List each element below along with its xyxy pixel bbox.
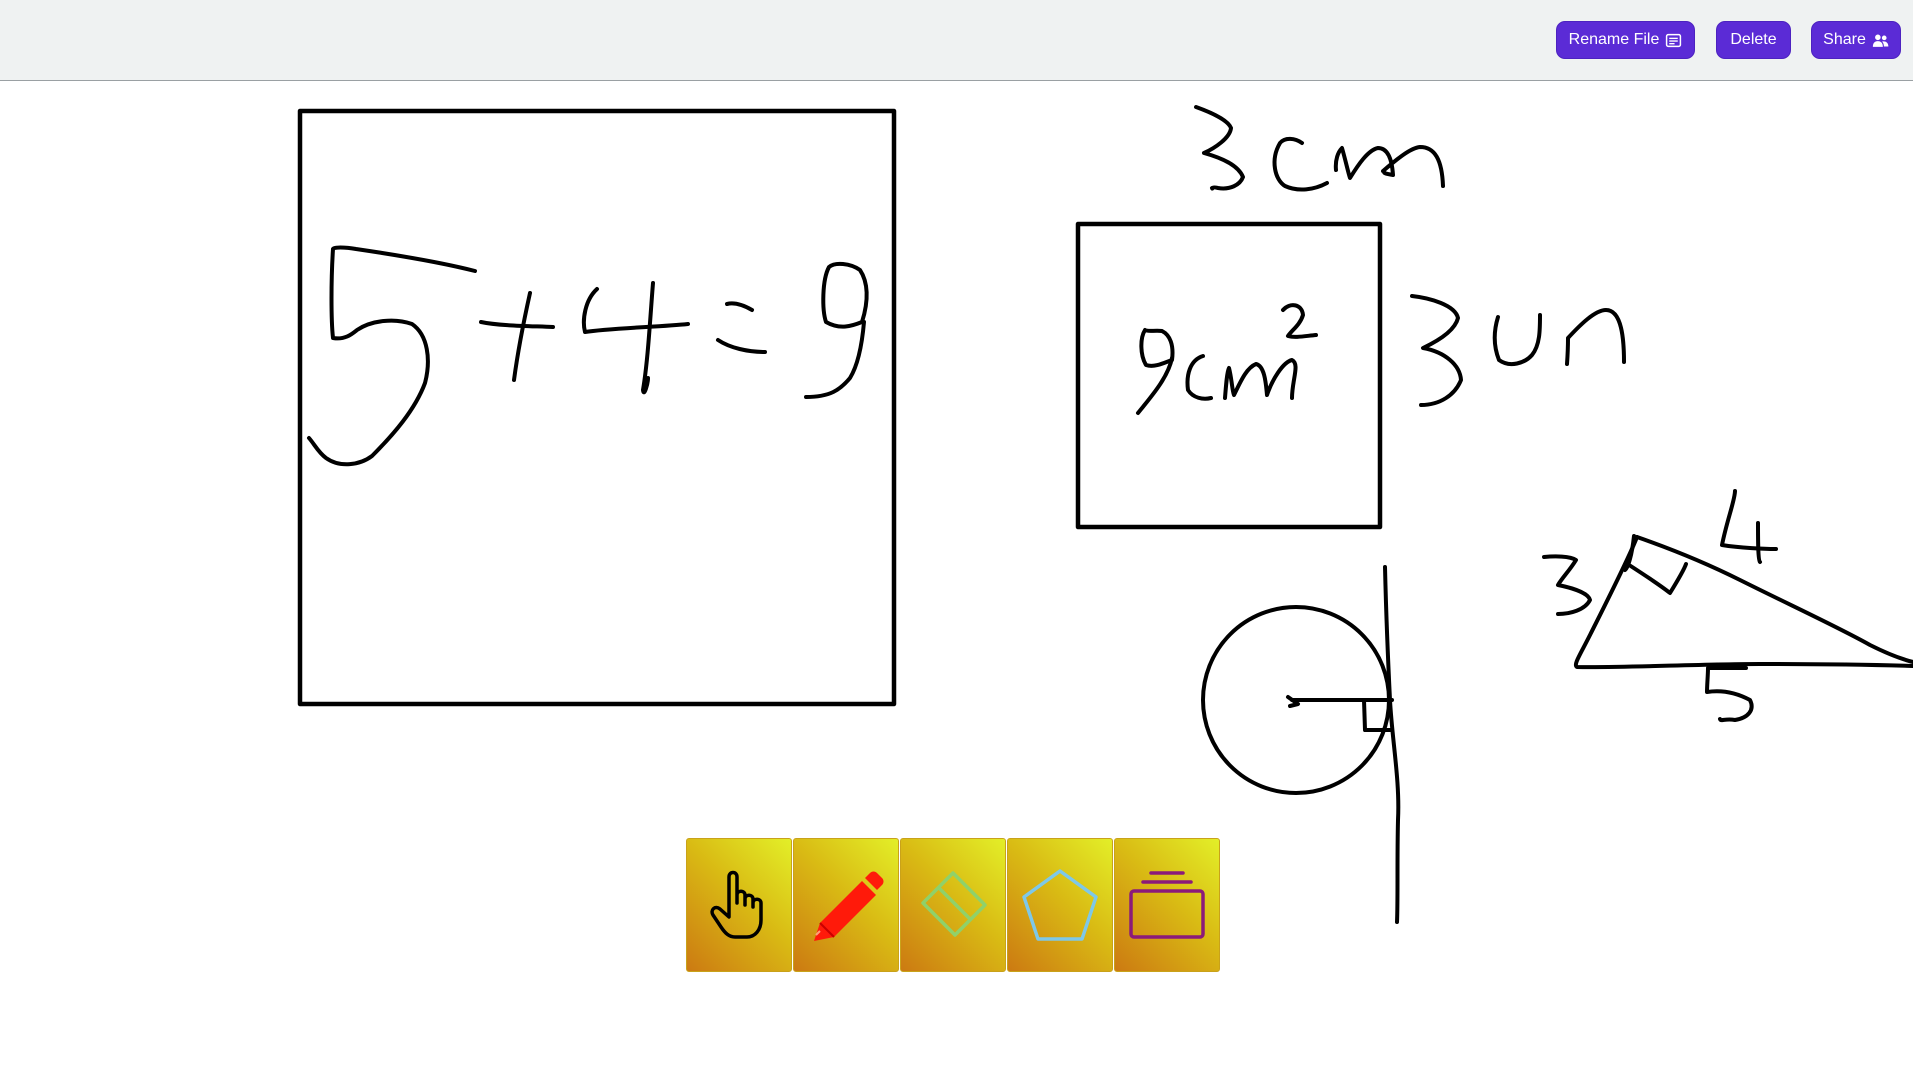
top-bar: Rename File Delete Share	[0, 0, 1913, 81]
share-button[interactable]: Share	[1811, 21, 1901, 59]
delete-label: Delete	[1730, 31, 1777, 48]
handwriting-3um-right	[1410, 294, 1626, 407]
tool-palette	[686, 838, 1220, 972]
pencil-icon	[814, 871, 884, 941]
handwriting-9cm2	[1136, 303, 1318, 415]
shape-tool-button[interactable]	[1007, 838, 1113, 972]
hand-tool-button[interactable]	[686, 838, 792, 972]
share-label: Share	[1823, 31, 1866, 48]
hand-pointer-icon	[710, 870, 763, 939]
stack-icon	[1129, 871, 1205, 939]
layers-tool-button[interactable]	[1114, 838, 1220, 972]
handwriting-3cm-top	[1194, 105, 1445, 192]
pencil-tool-button[interactable]	[793, 838, 899, 972]
drawn-rectangle-left	[297, 108, 897, 707]
rename-file-label: Rename File	[1568, 31, 1660, 48]
rename-file-button[interactable]: Rename File	[1556, 21, 1695, 59]
eraser-tool-button[interactable]	[900, 838, 1006, 972]
pentagon-icon	[1022, 869, 1098, 941]
drawn-right-triangle	[1542, 489, 1913, 723]
drawn-circle-tangent	[1201, 565, 1401, 924]
handwriting-equation	[307, 245, 869, 467]
document-lines-icon	[1666, 33, 1682, 47]
eraser-icon	[921, 871, 987, 937]
people-icon	[1872, 34, 1889, 47]
delete-button[interactable]: Delete	[1716, 21, 1791, 59]
